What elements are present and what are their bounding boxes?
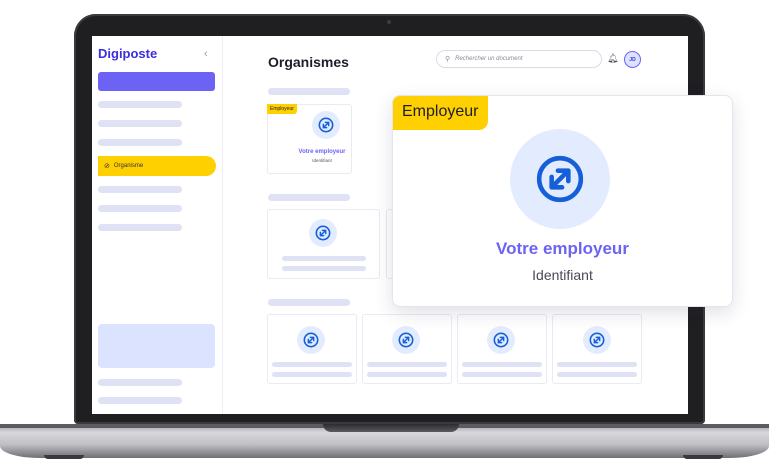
page-title: Organismes [268,54,349,70]
sidebar-item-placeholder[interactable] [98,101,182,108]
employer-card-title: Votre employeur [298,149,346,155]
card-line-placeholder [557,372,637,377]
section-heading-placeholder [268,88,350,95]
arrows-diagonal-icon [309,219,337,247]
search-icon: ⚲ [445,56,451,63]
section-heading-placeholder [268,299,350,306]
employer-subtitle-large: Identifiant [532,267,593,283]
sidebar: Digiposte ‹ ⊘ Organisme [92,36,223,414]
sidebar-item-organisme[interactable]: ⊘ Organisme [98,156,216,176]
arrows-diagonal-icon [510,129,610,229]
card-line-placeholder [557,362,637,367]
brand-logo: Digiposte [98,46,158,61]
sidebar-item-placeholder[interactable] [98,224,182,231]
card-line-placeholder [462,362,542,367]
chevron-left-icon[interactable]: ‹ [204,48,208,60]
card-line-placeholder [367,372,447,377]
arrows-diagonal-icon [312,111,340,139]
search-input[interactable]: ⚲ Rechercher un document [436,50,602,68]
sidebar-footer-placeholder[interactable] [98,379,182,386]
arrows-diagonal-icon [487,326,515,354]
employer-card-zoom[interactable]: Employeur Votre employeur Identifiant [392,95,733,307]
card-line-placeholder [282,256,366,261]
sidebar-item-placeholder[interactable] [98,205,182,212]
employer-card[interactable] [267,104,352,174]
arrows-diagonal-icon [583,326,611,354]
bell-icon[interactable]: 🔔︎ [607,53,618,64]
card-line-placeholder [367,362,447,367]
primary-action-button[interactable] [98,72,215,91]
employer-card-subtitle: Identifiant [312,158,332,163]
employer-title-large: Votre employeur [496,239,629,258]
laptop-foot [44,455,84,459]
avatar[interactable]: JD [624,51,641,68]
section-heading-placeholder [268,194,350,201]
laptop-foot [683,455,723,459]
check-circle-icon: ⊘ [104,163,110,170]
sidebar-item-placeholder[interactable] [98,120,182,127]
employer-tag: Employeur [267,104,297,114]
employer-tag-large: Employeur [393,96,489,130]
arrows-diagonal-icon [297,326,325,354]
card-line-placeholder [282,266,366,271]
card-line-placeholder [272,362,352,367]
sidebar-item-placeholder[interactable] [98,139,182,146]
search-placeholder: Rechercher un document [455,56,523,62]
card-line-placeholder [462,372,542,377]
laptop-notch [323,424,459,432]
camera-dot [387,20,391,24]
sidebar-footer-placeholder[interactable] [98,397,182,404]
arrows-diagonal-icon [392,326,420,354]
sidebar-item-label: Organisme [113,163,144,169]
sidebar-promo-card[interactable] [98,324,215,368]
sidebar-item-placeholder[interactable] [98,186,182,193]
card-line-placeholder [272,372,352,377]
